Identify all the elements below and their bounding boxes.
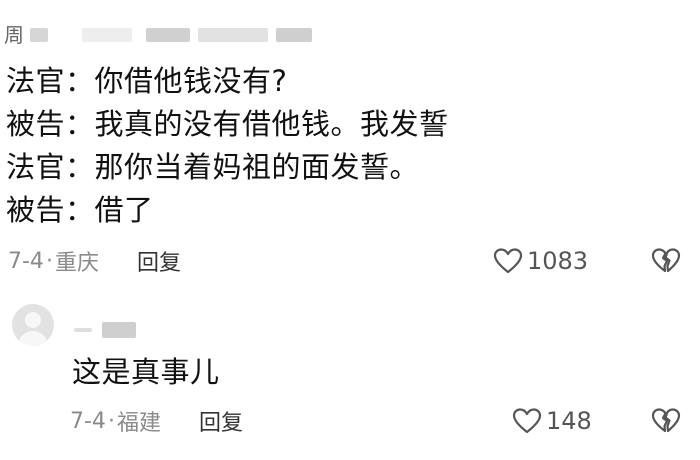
username-mosaic: [276, 28, 312, 42]
comment-item: 周 法官：你借他钱没有? 被告：我真的没有借他钱。我发誓 法官：那你当着妈祖的面…: [0, 0, 700, 290]
username-visible-char: 周: [4, 23, 24, 47]
comment-text-line: 法官：那你当着妈祖的面发誓。: [6, 150, 420, 184]
broken-heart-icon[interactable]: [651, 247, 681, 275]
broken-heart-icon[interactable]: [651, 407, 681, 435]
avatar-head: [25, 312, 41, 328]
like-count: 1083: [527, 247, 589, 275]
reply-button[interactable]: 回复: [199, 405, 243, 437]
meta-separator: ·: [107, 408, 115, 434]
like-count: 148: [546, 407, 592, 435]
like-button[interactable]: 1083: [493, 244, 588, 278]
like-button[interactable]: 148: [512, 404, 592, 438]
comment-list: 周 法官：你借他钱没有? 被告：我真的没有借他钱。我发誓 法官：那你当着妈祖的面…: [0, 0, 700, 460]
heart-outline-icon: [493, 248, 523, 274]
comment-text-line: 被告：借了: [6, 193, 154, 227]
default-avatar-icon[interactable]: [12, 304, 54, 346]
username-mosaic: [198, 28, 268, 42]
comment-location: 重庆: [54, 251, 99, 276]
comment-text: 法官：你借他钱没有? 被告：我真的没有借他钱。我发誓 法官：那你当着妈祖的面发誓…: [6, 60, 449, 232]
comment-date: 7-4: [70, 408, 106, 434]
reply-button[interactable]: 回复: [137, 245, 181, 277]
comment-meta: 7-4 · 福建 回复: [70, 404, 243, 438]
heart-outline-icon: [512, 408, 542, 434]
avatar-body: [18, 331, 48, 346]
comment-username[interactable]: [74, 322, 136, 338]
username-mosaic: [30, 28, 48, 42]
comment-date: 7-4: [8, 248, 44, 274]
username-mosaic: [82, 28, 132, 42]
comment-username[interactable]: 周: [4, 22, 312, 48]
username-mosaic: [146, 28, 190, 42]
comment-meta: 7-4 · 重庆 回复: [8, 244, 181, 278]
comment-location: 福建: [116, 411, 161, 436]
comment-text-line: 法官：你借他钱没有?: [6, 64, 288, 98]
username-mosaic: [102, 322, 136, 338]
comment-text-line: 被告：我真的没有借他钱。我发誓: [6, 107, 449, 141]
username-mosaic: [74, 328, 92, 332]
meta-separator: ·: [45, 248, 53, 274]
comment-text: 这是真事儿: [72, 355, 220, 389]
